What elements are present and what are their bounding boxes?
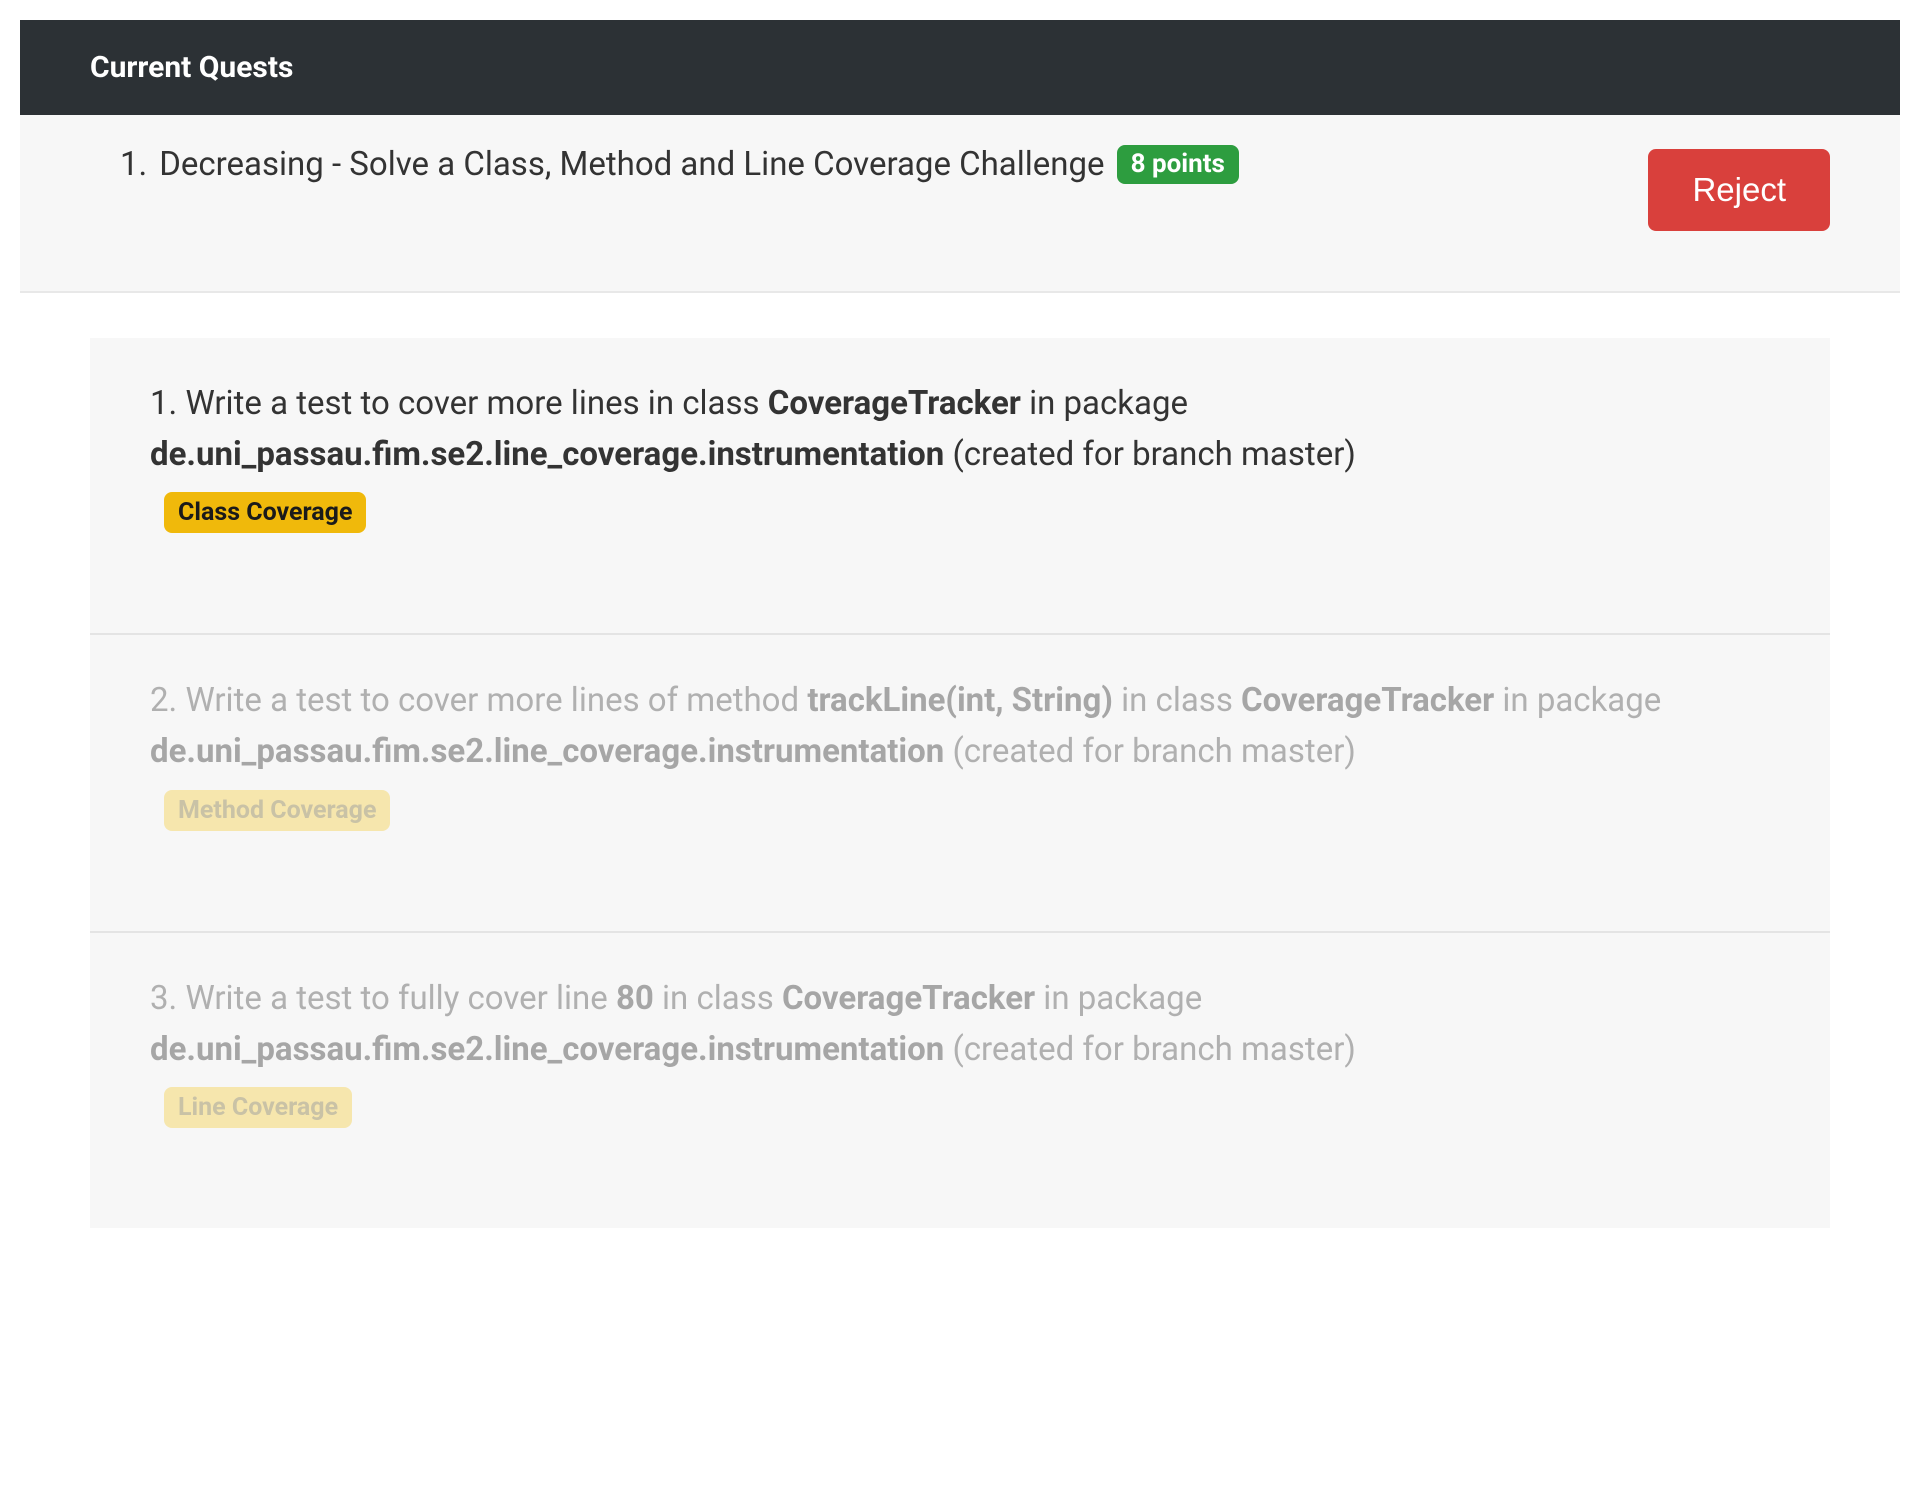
task-text: 2. Write a test to cover more lines of m… [150, 675, 1770, 777]
task-class-name: CoverageTracker [782, 979, 1035, 1018]
quest-row: 1. Decreasing - Solve a Class, Method an… [20, 115, 1900, 293]
task-suffix: (created for branch master) [944, 435, 1356, 474]
task-item: 3. Write a test to fully cover line 80 i… [90, 933, 1830, 1228]
task-prefix: Write a test to cover more lines of meth… [185, 681, 807, 720]
task-package: de.uni_passau.fim.se2.line_coverage.inst… [150, 732, 944, 771]
task-number: 2. [150, 681, 177, 720]
reject-button[interactable]: Reject [1648, 149, 1830, 231]
task-method-name: trackLine(int, String) [807, 681, 1113, 720]
task-line-number: 80 [616, 979, 654, 1018]
task-mid: in package [1494, 681, 1661, 720]
task-suffix: (created for branch master) [944, 1030, 1356, 1069]
task-package: de.uni_passau.fim.se2.line_coverage.inst… [150, 1030, 944, 1069]
quests-panel: Current Quests 1. Decreasing - Solve a C… [20, 20, 1900, 1228]
quest-title-area: 1. Decreasing - Solve a Class, Method an… [120, 145, 1239, 184]
task-mid0: in class [654, 979, 782, 1018]
task-mid: in package [1035, 979, 1202, 1018]
coverage-badge: Class Coverage [164, 492, 366, 533]
points-badge: 8 points [1117, 145, 1239, 184]
panel-title: Current Quests [90, 50, 293, 85]
task-mid: in package [1021, 384, 1188, 423]
task-suffix: (created for branch master) [944, 732, 1356, 771]
quest-number: 1. [120, 145, 147, 184]
task-item: 2. Write a test to cover more lines of m… [90, 635, 1830, 932]
task-list: 1. Write a test to cover more lines in c… [90, 338, 1830, 1228]
task-number: 3. [150, 979, 177, 1018]
task-text: 3. Write a test to fully cover line 80 i… [150, 973, 1770, 1075]
task-class-name: CoverageTracker [1241, 681, 1494, 720]
coverage-badge: Line Coverage [164, 1087, 352, 1128]
task-number: 1. [150, 384, 177, 423]
task-item[interactable]: 1. Write a test to cover more lines in c… [90, 338, 1830, 635]
task-mid0: in class [1113, 681, 1241, 720]
quest-title: Decreasing - Solve a Class, Method and L… [159, 145, 1104, 184]
task-package: de.uni_passau.fim.se2.line_coverage.inst… [150, 435, 944, 474]
task-text: 1. Write a test to cover more lines in c… [150, 378, 1770, 480]
coverage-badge: Method Coverage [164, 790, 390, 831]
task-prefix: Write a test to fully cover line [185, 979, 616, 1018]
task-class-name: CoverageTracker [768, 384, 1021, 423]
task-prefix: Write a test to cover more lines in clas… [185, 384, 767, 423]
panel-header: Current Quests [20, 20, 1900, 115]
